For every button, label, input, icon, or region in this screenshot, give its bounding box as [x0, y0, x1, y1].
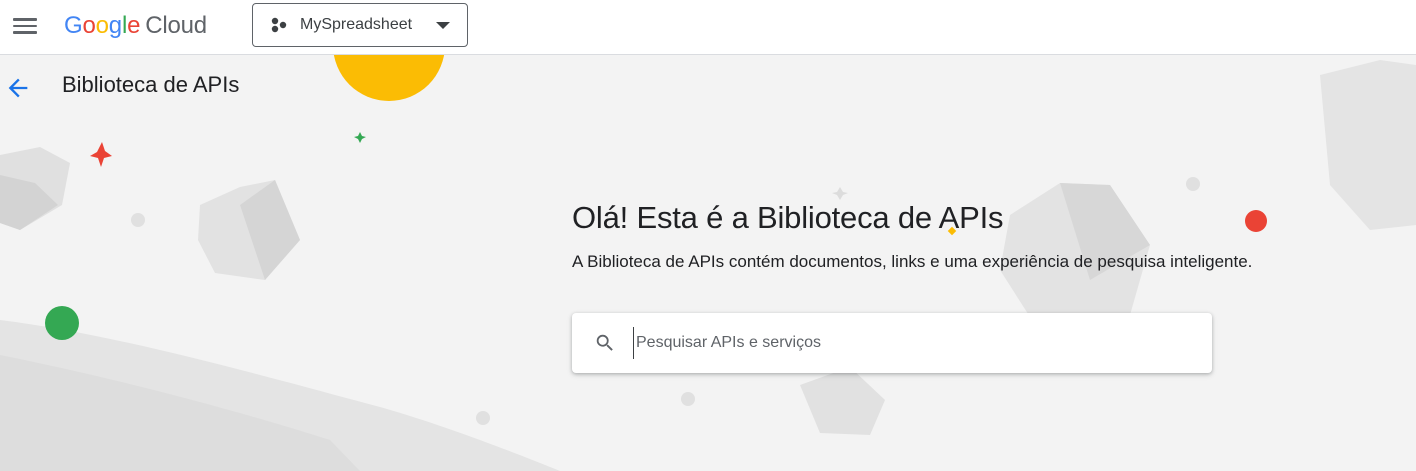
- project-picker[interactable]: MySpreadsheet: [252, 3, 468, 47]
- search-icon: [596, 334, 613, 351]
- hero-subtitle: A Biblioteca de APIs contém documentos, …: [572, 252, 1253, 271]
- search-input[interactable]: [633, 327, 1178, 359]
- api-search-box[interactable]: [572, 313, 1212, 373]
- cloud-wordmark: Cloud: [145, 12, 207, 39]
- project-icon: [271, 17, 287, 33]
- google-wordmark: Google: [64, 12, 141, 39]
- page-title: Biblioteca de APIs: [62, 72, 240, 97]
- top-bar: Google Cloud MySpreadsheet: [0, 0, 1416, 55]
- hero-title: Olá! Esta é a Biblioteca de APIs: [572, 200, 1004, 235]
- back-arrow-icon[interactable]: [4, 74, 32, 102]
- project-name: MySpreadsheet: [300, 16, 413, 33]
- caret-down-icon: [436, 22, 450, 29]
- google-cloud-logo[interactable]: Google Cloud: [64, 11, 207, 41]
- menu-icon[interactable]: [9, 10, 41, 42]
